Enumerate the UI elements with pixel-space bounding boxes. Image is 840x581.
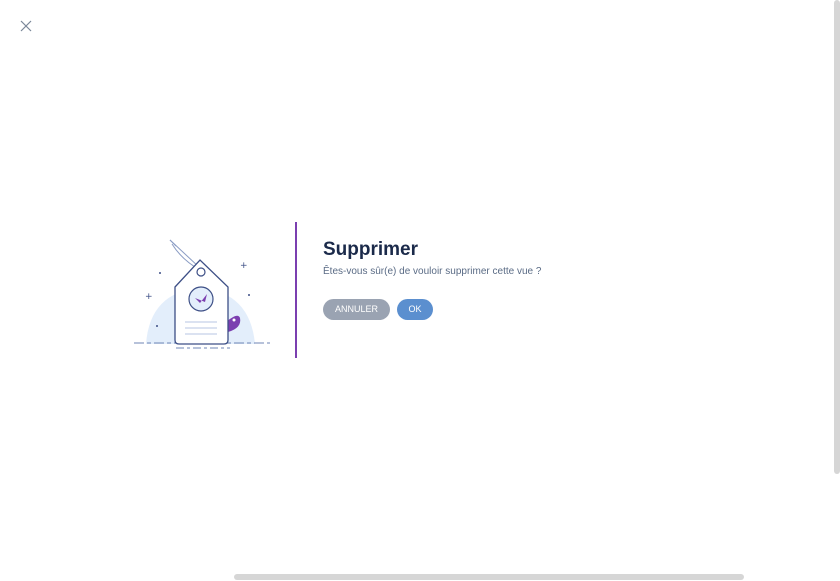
cancel-button[interactable]: ANNULER bbox=[323, 299, 390, 320]
dialog-content: Supprimer Êtes-vous sûr(e) de vouloir su… bbox=[323, 238, 541, 279]
close-button[interactable] bbox=[18, 18, 34, 34]
price-tag-illustration: + + bbox=[130, 232, 275, 357]
delete-view-page: + + Supprimer Êtes-vous sûr(e) de vouloi… bbox=[0, 0, 840, 581]
dialog-message: Êtes-vous sûr(e) de vouloir supprimer ce… bbox=[323, 266, 542, 277]
dialog-title: Supprimer bbox=[323, 239, 419, 260]
horizontal-scrollbar[interactable] bbox=[234, 574, 744, 580]
ok-button[interactable]: OK bbox=[397, 299, 433, 320]
vertical-scrollbar[interactable] bbox=[834, 0, 840, 474]
close-icon bbox=[20, 20, 32, 32]
svg-text:+: + bbox=[145, 292, 153, 302]
svg-text:+: + bbox=[240, 261, 248, 271]
vertical-divider bbox=[295, 222, 297, 358]
dialog-actions: ANNULER OK bbox=[323, 299, 433, 320]
